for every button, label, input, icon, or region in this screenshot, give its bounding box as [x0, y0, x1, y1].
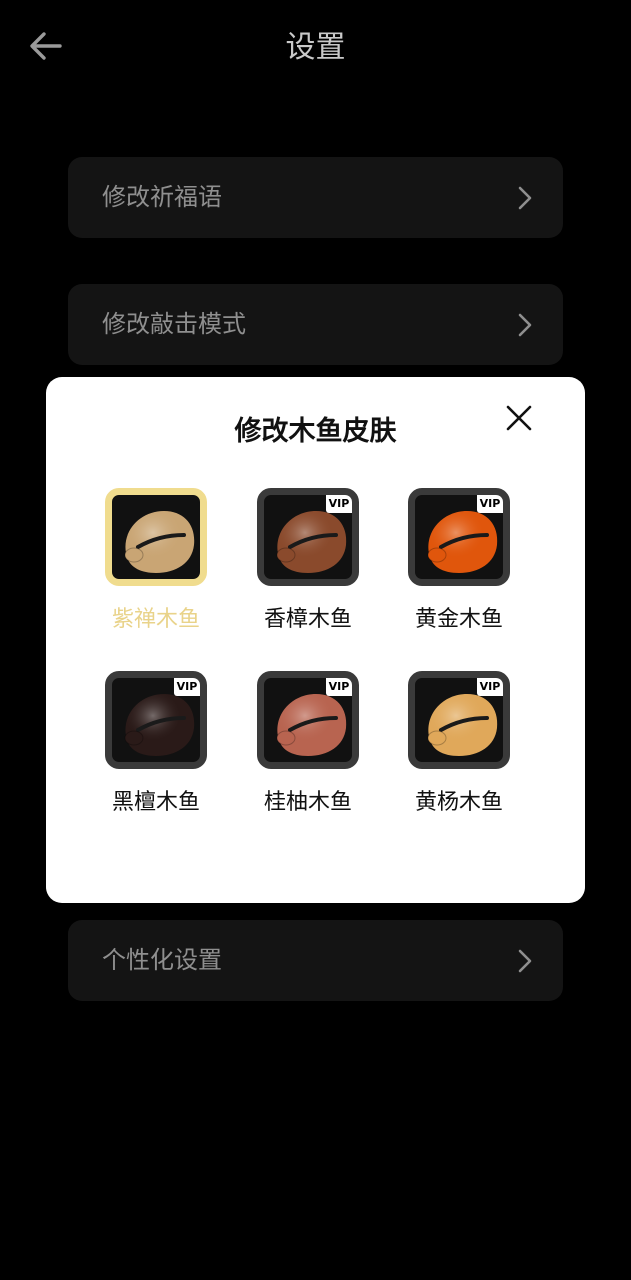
settings-item-tap-mode[interactable]: 修改敲击模式 — [68, 284, 563, 365]
wooden-fish-icon — [124, 511, 195, 573]
skin-picker-dialog: 修改木鱼皮肤 紫禅木鱼 VIP 香樟木鱼 VIP 黄金木鱼 VIP 黑檀木鱼 VIP 桂柚木鱼 V… — [46, 377, 585, 903]
skin-option[interactable]: VIP 桂柚木鱼 — [243, 671, 373, 831]
skin-option[interactable]: VIP 黑檀木鱼 — [91, 671, 221, 831]
skin-thumbnail — [105, 488, 207, 586]
page-title: 设置 — [285, 30, 346, 65]
skin-thumbnail: VIP — [408, 671, 510, 769]
settings-item-personalization[interactable]: 个性化设置 — [68, 920, 563, 1001]
skin-label: 香樟木鱼 — [263, 607, 352, 632]
skin-label: 紫禅木鱼 — [111, 607, 200, 632]
settings-item-label: 修改祈福语 — [102, 183, 222, 211]
vip-badge: VIP — [477, 678, 503, 696]
skin-label: 黑檀木鱼 — [111, 790, 200, 815]
vip-badge: VIP — [477, 495, 503, 513]
skin-option[interactable]: VIP 黄杨木鱼 — [394, 671, 524, 831]
skin-thumbnail: VIP — [257, 488, 359, 586]
settings-page: 设置 修改祈福语 修改敲击模式 个性化设置 修改木鱼皮肤 紫禅木鱼 VIP 香樟木鱼… — [0, 0, 631, 1280]
chevron-right-icon — [518, 313, 532, 337]
skin-option[interactable]: VIP 黄金木鱼 — [394, 488, 524, 648]
skin-option[interactable]: VIP 香樟木鱼 — [243, 488, 373, 648]
close-button[interactable] — [504, 403, 534, 433]
skin-label: 黄金木鱼 — [414, 607, 503, 632]
skin-label: 黄杨木鱼 — [414, 790, 503, 815]
settings-item-blessing[interactable]: 修改祈福语 — [68, 157, 563, 238]
skin-option[interactable]: 紫禅木鱼 — [91, 488, 221, 648]
skin-thumbnail: VIP — [408, 488, 510, 586]
vip-badge: VIP — [174, 678, 200, 696]
header: 设置 — [0, 0, 631, 96]
vip-badge: VIP — [326, 678, 352, 696]
settings-item-label: 个性化设置 — [102, 946, 222, 974]
settings-item-label: 修改敲击模式 — [102, 310, 246, 338]
skin-thumbnail: VIP — [257, 671, 359, 769]
chevron-right-icon — [518, 949, 532, 973]
skin-thumbnail: VIP — [105, 671, 207, 769]
skin-label: 桂柚木鱼 — [263, 790, 352, 815]
vip-badge: VIP — [326, 495, 352, 513]
close-icon — [506, 405, 532, 431]
chevron-right-icon — [518, 186, 532, 210]
